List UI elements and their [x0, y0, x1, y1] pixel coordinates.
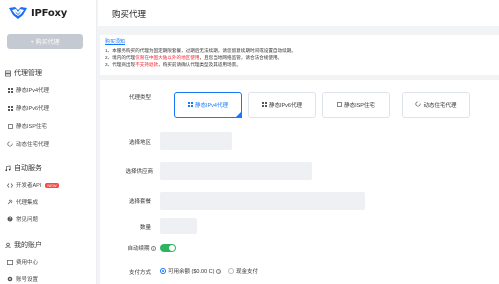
- sidebar-item-static-isp[interactable]: 静态ISP住宅: [7, 122, 47, 130]
- svg-text:?: ?: [9, 217, 11, 222]
- sidebar-item-static-ipv4[interactable]: 静态IPv4代理: [7, 86, 49, 94]
- proxy-type-dynamic-residential[interactable]: 动态住宅代理: [402, 92, 470, 118]
- grid-icon: [187, 101, 193, 109]
- sidebar-item-label: 静态IPv4代理: [16, 88, 50, 94]
- notice-warning-text: 不支持退款: [135, 62, 159, 67]
- region-label: 选择地区: [128, 140, 151, 146]
- proxy-type-label: 动态住宅代理: [423, 103, 457, 109]
- buy-proxy-button[interactable]: + 购买代理: [7, 34, 83, 49]
- refresh-icon: [7, 141, 13, 147]
- radio-label: 现金支付: [236, 269, 259, 275]
- help-circle-icon: ?: [7, 216, 13, 222]
- grid-icon: [7, 87, 13, 93]
- sidebar-item-static-ipv6[interactable]: 静态IPv6代理: [7, 104, 49, 112]
- logo[interactable]: IPFoxy: [8, 6, 67, 20]
- provider-label: 选择供应商: [125, 169, 153, 175]
- section-title: 代理管理: [14, 70, 42, 77]
- notice-line-1: 1、本服务购买的代理为固定期限套餐，过期后无法续期，请您留意续期时间或设置自动续…: [105, 48, 296, 53]
- gear-icon: [7, 276, 13, 282]
- sidebar-item-label: 开发者API: [16, 183, 42, 189]
- sidebar-item-label: 账号设置: [16, 277, 39, 283]
- proxy-type-label: 静态ISP住宅: [344, 103, 375, 109]
- provider-select[interactable]: [160, 162, 312, 180]
- section-title: 自动服务: [14, 165, 42, 172]
- region-select[interactable]: [160, 132, 232, 150]
- sidebar-item-dynamic-residential[interactable]: 动态住宅代理: [7, 140, 49, 148]
- server-icon: [5, 70, 11, 76]
- auto-renew-label: 自动续期 i: [127, 246, 156, 252]
- info-icon[interactable]: i: [216, 268, 222, 274]
- plan-label: 选择套餐: [128, 199, 151, 205]
- fox-logo-icon: [8, 6, 28, 20]
- quantity-input[interactable]: [160, 218, 197, 234]
- quantity-label: 数量: [139, 225, 151, 231]
- sidebar-item-label: 常见问题: [16, 217, 39, 223]
- user-icon: [5, 242, 11, 248]
- proxy-type-static-ipv4[interactable]: 静态IPv4代理: [174, 92, 242, 118]
- proxy-type-label: 静态IPv4代理: [194, 103, 228, 109]
- auto-renew-toggle[interactable]: [160, 244, 176, 252]
- notice-title[interactable]: 购买须知: [105, 38, 494, 45]
- sidebar-item-developer-api[interactable]: 开发者API NEW: [7, 181, 59, 189]
- sidebar-item-account-settings[interactable]: 账号设置: [7, 275, 38, 283]
- wallet-icon: [7, 259, 13, 265]
- radio-checked-icon: [160, 268, 166, 274]
- music-note-icon: [5, 165, 11, 171]
- purchase-notice: 购买须知 1、本服务购买的代理为固定期限套餐，过期后无法续期，请您留意续期时间或…: [100, 35, 499, 75]
- sidebar-item-billing[interactable]: 费用中心: [7, 258, 38, 266]
- section-my-account[interactable]: 我的账户: [5, 240, 42, 250]
- sidebar-item-label: 费用中心: [16, 260, 39, 266]
- sidebar-item-label: 动态住宅代理: [16, 142, 50, 148]
- proxy-type-label: 代理类型: [128, 95, 151, 101]
- sidebar-item-label: 静态ISP住宅: [16, 124, 47, 130]
- code-icon: [7, 182, 13, 188]
- sidebar-item-label: 代理集成: [16, 200, 39, 206]
- pay-balance-radio[interactable]: 可用余额 ($0.00 C) i: [160, 267, 222, 275]
- purchase-form: 代理类型 静态IPv4代理 静态IPv6代理 静态ISP住宅 动态住宅代理 选择…: [100, 80, 499, 284]
- info-icon[interactable]: i: [151, 246, 156, 251]
- proxy-type-label: 静态IPv6代理: [268, 103, 302, 109]
- notice-warning-text: 仅限在中国大陆以外的地区使用: [135, 55, 200, 60]
- sidebar-item-faq[interactable]: ? 常见问题: [7, 215, 38, 223]
- sidebar: IPFoxy + 购买代理 代理管理 静态IPv4代理 静态IPv6代理 静态I…: [0, 0, 97, 284]
- app-name: IPFoxy: [31, 7, 68, 19]
- new-badge: NEW: [45, 182, 59, 188]
- payment-method-label: 支付方式: [128, 270, 151, 276]
- notice-line-2: 2、境内的代理仅限在中国大陆以外的地区使用，且您当地网络监管，请合法合规使用。: [105, 55, 283, 60]
- grid-icon: [261, 101, 267, 109]
- top-header: 购买代理: [98, 0, 499, 26]
- plan-select[interactable]: [160, 192, 365, 210]
- plug-icon: [7, 199, 13, 205]
- building-icon: [337, 101, 342, 109]
- page-title: 购买代理: [112, 9, 147, 19]
- sidebar-item-proxy-integration[interactable]: 代理集成: [7, 198, 38, 206]
- grid-icon: [7, 105, 13, 111]
- section-auto-services[interactable]: 自动服务: [5, 163, 42, 173]
- radio-label: 可用余额 ($0.00 C): [168, 269, 215, 275]
- proxy-type-static-isp[interactable]: 静态ISP住宅: [322, 92, 390, 118]
- radio-unchecked-icon: [228, 268, 234, 274]
- sidebar-item-label: 静态IPv6代理: [16, 106, 50, 112]
- proxy-type-static-ipv6[interactable]: 静态IPv6代理: [248, 92, 316, 118]
- section-proxy-management[interactable]: 代理管理: [5, 68, 42, 78]
- pay-cash-radio[interactable]: 现金支付: [228, 267, 258, 275]
- building-icon: [7, 123, 13, 129]
- notice-line-3: 3、代理商出现不支持退款，购买前请确认代理类型及其适用场景。: [105, 62, 241, 67]
- section-title: 我的账户: [14, 242, 42, 249]
- refresh-icon: [415, 101, 422, 109]
